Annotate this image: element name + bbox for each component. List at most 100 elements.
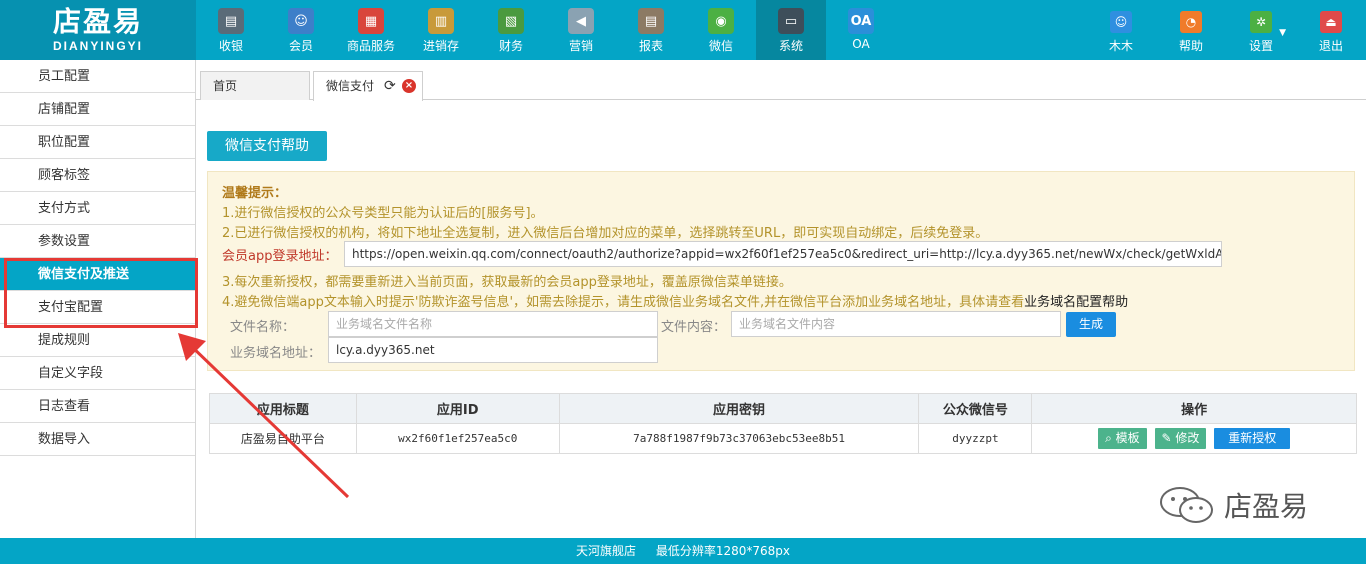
brand-name-cn: 店盈易 [52, 5, 143, 38]
nav-item-7[interactable]: ◉ 微信 [686, 0, 756, 60]
sidebar-item[interactable]: 员工配置 [0, 60, 195, 93]
edit-button[interactable]: ✎ 修改 [1154, 428, 1207, 449]
wechat-logo-icon [1160, 487, 1213, 523]
help-bell-icon: ◔ [1180, 11, 1202, 33]
user-nav-label: 帮助 [1178, 39, 1203, 53]
nav-item-6[interactable]: ▤ 报表 [616, 0, 686, 60]
nav-item-2[interactable]: ▦ 商品服务 [336, 0, 406, 60]
sidebar-item[interactable]: 日志查看 [0, 390, 195, 423]
domain-config-help-link[interactable]: 业务域名配置帮助 [1024, 295, 1128, 310]
settings-dropdown-caret-icon[interactable]: ▼ [1279, 28, 1286, 38]
sidebar-item[interactable]: 支付宝配置 [0, 291, 195, 324]
nav-item-1[interactable]: ☺ 会员 [266, 0, 336, 60]
watermark-brand-text: 店盈易 [1224, 490, 1309, 523]
goods-service-icon: ▦ [358, 8, 384, 34]
sidebar-item[interactable]: 微信支付及推送 [0, 258, 195, 291]
tab-wechat-pay-label: 微信支付 [326, 79, 375, 93]
member-app-login-url-label: 会员app登录地址： [222, 249, 338, 264]
nav-item-9[interactable]: OA OA [826, 0, 896, 60]
user-nav-item-3[interactable]: ⏏ 退出 [1296, 0, 1366, 60]
col-header-app-title: 应用标题 [209, 393, 357, 424]
member-app-login-url-input[interactable]: https://open.weixin.qq.com/connect/oauth… [344, 241, 1222, 267]
cell-wechat-account: dyyzzpt [918, 423, 1033, 454]
cell-app-title: 店盈易自助平台 [209, 423, 357, 454]
sidebar-item[interactable]: 数据导入 [0, 423, 195, 456]
file-content-input[interactable] [731, 311, 1061, 337]
tip-line-3: 3.每次重新授权，都需要重新进入当前页面，获取最新的会员app登录地址，覆盖原微… [222, 275, 792, 290]
brand-logo[interactable]: 店盈易 DIANYINGYI [0, 0, 196, 60]
template-button-label: 模板 [1115, 431, 1140, 445]
tip-line-1: 1.进行微信授权的公众号类型只能为认证后的[服务号]。 [222, 206, 544, 221]
domain-address-label: 业务域名地址： [230, 346, 322, 361]
sidebar-item[interactable]: 自定义字段 [0, 357, 195, 390]
footer-resolution-note: 最低分辨率1280*768px [655, 544, 790, 558]
finance-icon: ▧ [498, 8, 524, 34]
sidebar-item[interactable]: 顾客标签 [0, 159, 195, 192]
nav-label: 报表 [638, 39, 663, 53]
nav-label: 微信 [708, 39, 733, 53]
nav-label: 会员 [288, 39, 313, 53]
refresh-icon[interactable]: ⟳ [384, 72, 396, 100]
edit-button-label: 修改 [1175, 431, 1200, 445]
brand-name-en: DIANYINGYI [52, 39, 143, 53]
app-config-table: 应用标题 应用ID 应用密钥 公众微信号 操作 店盈易自助平台 wx2f60f1… [209, 393, 1357, 454]
nav-label: 财务 [498, 39, 523, 53]
nav-label: 进销存 [422, 39, 459, 53]
file-content-label: 文件内容： [661, 320, 727, 335]
table-header-row: 应用标题 应用ID 应用密钥 公众微信号 操作 [209, 393, 1357, 424]
reauthorize-button[interactable]: 重新授权 [1214, 428, 1291, 449]
tip-line-4: 4.避免微信端app文本输入时提示'防欺诈盗号信息'，如需去除提示，请生成微信业… [222, 291, 1128, 310]
file-name-input[interactable] [328, 311, 658, 337]
inventory-icon: ▥ [428, 8, 454, 34]
domain-address-input[interactable] [328, 337, 658, 363]
tab-wechat-pay[interactable]: 微信支付 ⟳ × [313, 71, 423, 101]
user-avatar-icon: ☺ [1110, 11, 1132, 33]
nav-label: 系统 [778, 39, 803, 53]
marketing-icon: ◀ [568, 8, 594, 34]
member-icon: ☺ [288, 8, 314, 34]
tips-title: 温馨提示： [222, 186, 288, 201]
col-header-actions: 操作 [1031, 393, 1357, 424]
status-footer: 天河旗舰店 最低分辨率1280*768px [0, 538, 1366, 564]
sidebar-item[interactable]: 店铺配置 [0, 93, 195, 126]
user-nav-label: 设置 [1248, 39, 1273, 53]
wechat-pay-help-button[interactable]: 微信支付帮助 [207, 131, 327, 161]
sidebar-item[interactable]: 提成规则 [0, 324, 195, 357]
tips-panel: 温馨提示： 1.进行微信授权的公众号类型只能为认证后的[服务号]。 2.已进行微… [207, 171, 1355, 371]
col-header-wechat-account: 公众微信号 [918, 393, 1033, 424]
cell-app-id: wx2f60f1ef257ea5c0 [355, 423, 560, 454]
sidebar-item[interactable]: 支付方式 [0, 192, 195, 225]
nav-label: 商品服务 [346, 39, 395, 53]
nav-item-8[interactable]: ▭ 系统 [756, 0, 826, 60]
nav-item-4[interactable]: ▧ 财务 [476, 0, 546, 60]
footer-store-name: 天河旗舰店 [575, 544, 636, 558]
tab-home[interactable]: 首页 [200, 71, 310, 100]
settings-gear-icon: ✲ [1250, 11, 1272, 33]
user-nav-item-0[interactable]: ☺ 木木 [1086, 0, 1156, 60]
sidebar-item[interactable]: 职位配置 [0, 126, 195, 159]
cell-app-secret: 7a788f1987f9b73c37063ebc53ee8b51 [558, 423, 920, 454]
tip-line-4-text: 4.避免微信端app文本输入时提示'防欺诈盗号信息'，如需去除提示，请生成微信业… [222, 295, 1025, 310]
file-name-label: 文件名称： [230, 320, 296, 335]
nav-label: 收银 [218, 39, 243, 53]
close-tab-icon[interactable]: × [402, 79, 416, 93]
user-nav-label: 木木 [1108, 39, 1133, 53]
user-nav-item-1[interactable]: ◔ 帮助 [1156, 0, 1226, 60]
template-button[interactable]: ⌕ 模板 [1098, 428, 1147, 449]
nav-item-0[interactable]: ▤ 收银 [196, 0, 266, 60]
col-header-app-secret: 应用密钥 [558, 393, 920, 424]
logout-icon: ⏏ [1320, 11, 1342, 33]
generate-button[interactable]: 生成 [1066, 312, 1116, 337]
wechat-watermark: 店盈易 [1158, 485, 1308, 525]
cell-actions: ⌕ 模板 ✎ 修改 重新授权 [1031, 423, 1357, 454]
system-settings-sidebar: 员工配置 店铺配置 职位配置 顾客标签 支付方式 参数设置 微信支付及推送 支付宝配置 提成规则… [0, 60, 196, 538]
sidebar-item[interactable]: 参数设置 [0, 225, 195, 258]
nav-item-3[interactable]: ▥ 进销存 [406, 0, 476, 60]
wechat-icon: ◉ [708, 8, 734, 34]
main-nav: ▤ 收银 ☺ 会员 ▦ 商品服务 ▥ 进销存 ▧ 财务 ◀ 营销 ▤ 报表 ◉ 微信 ▭ 系统 OA OA [196, 0, 896, 60]
cash-register-icon: ▤ [218, 8, 244, 34]
nav-item-5[interactable]: ◀ 营销 [546, 0, 616, 60]
tab-home-label: 首页 [213, 79, 238, 93]
oa-icon: OA [848, 8, 874, 34]
nav-label: OA [852, 37, 870, 51]
